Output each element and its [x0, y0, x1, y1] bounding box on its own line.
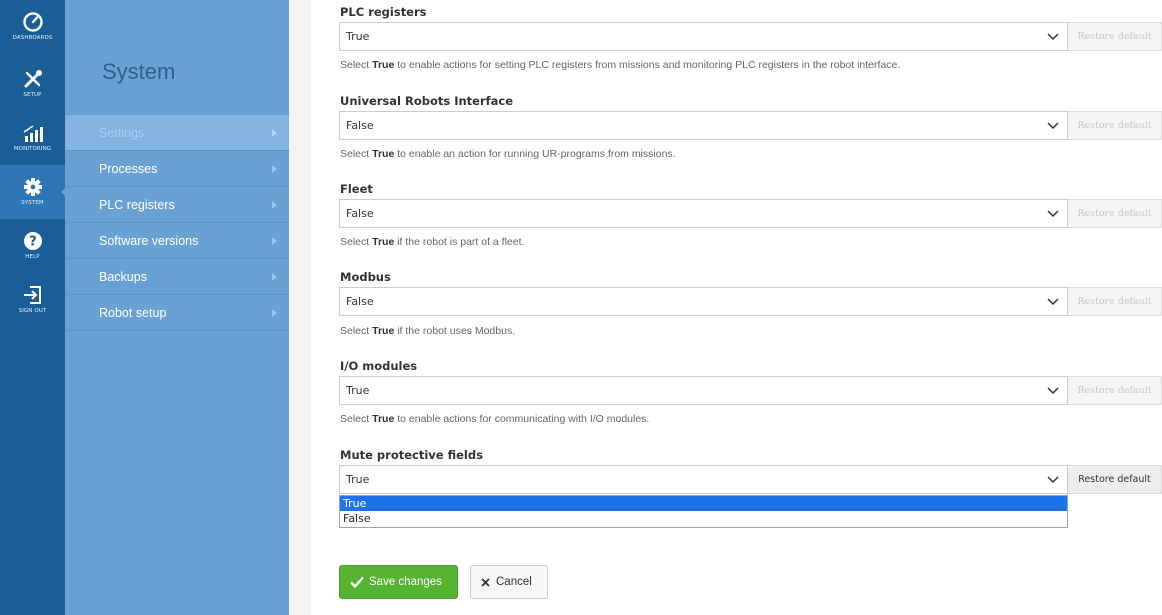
setting-label: Universal Robots Interface — [340, 94, 514, 108]
restore-default-button[interactable]: Restore default — [1068, 465, 1162, 494]
setting-help-text: Select True if the robot is part of a fl… — [340, 236, 525, 248]
nav-monitoring[interactable]: MONITORING — [0, 111, 65, 165]
setting-help-text: Select True to enable actions for settin… — [340, 59, 901, 71]
submenu-title: System — [102, 59, 176, 84]
setting-row-fleet: False Restore default — [339, 199, 1162, 228]
setting-row-universal-robots: False Restore default — [339, 111, 1162, 140]
main-nav-rail: DASHBOARDS SETUP MONITORING SYSTEM ? HEL… — [0, 0, 66, 615]
submenu-item-backups[interactable]: Backups — [65, 259, 289, 295]
setting-label: Mute protective fields — [340, 448, 483, 462]
restore-default-button: Restore default — [1068, 22, 1162, 51]
save-changes-button[interactable]: Save changes — [339, 565, 458, 599]
setting-label: Fleet — [340, 182, 373, 196]
mute-protective-fields-select[interactable]: True — [339, 465, 1068, 494]
nav-system-label: SYSTEM — [21, 200, 44, 206]
modbus-select[interactable]: False — [339, 287, 1068, 316]
io-modules-select[interactable]: True — [339, 376, 1068, 405]
universal-robots-select[interactable]: False — [339, 111, 1068, 140]
select-value: False — [346, 119, 374, 132]
nav-help[interactable]: ? HELP — [0, 219, 65, 273]
submenu-item-label: PLC registers — [99, 198, 175, 212]
submenu-item-settings[interactable]: Settings — [65, 115, 289, 151]
speedometer-icon — [22, 12, 43, 32]
restore-default-button: Restore default — [1068, 287, 1162, 316]
cancel-button[interactable]: Cancel — [470, 565, 548, 599]
nav-dashboards[interactable]: DASHBOARDS — [0, 0, 65, 54]
chevron-down-icon — [1047, 387, 1059, 395]
chevron-right-icon — [272, 273, 277, 281]
restore-default-button: Restore default — [1068, 111, 1162, 140]
submenu-item-label: Settings — [99, 126, 145, 140]
submenu-item-label: Robot setup — [99, 306, 167, 320]
setting-help-text: Select True to enable an action for runn… — [340, 148, 676, 160]
setting-help-text: Select True to enable actions for commun… — [340, 413, 650, 425]
submenu-item-label: Backups — [99, 270, 147, 284]
svg-text:?: ? — [29, 235, 37, 250]
setting-label: I/O modules — [340, 359, 418, 373]
cancel-label: Cancel — [496, 576, 532, 588]
nav-monitoring-label: MONITORING — [13, 146, 52, 152]
restore-default-button: Restore default — [1068, 376, 1162, 405]
setting-label: Modbus — [340, 270, 391, 284]
submenu-item-plc-registers[interactable]: PLC registers — [65, 187, 289, 223]
chevron-down-icon — [1047, 33, 1059, 41]
submenu-item-robot-setup[interactable]: Robot setup — [65, 295, 289, 331]
chevron-down-icon — [1047, 122, 1059, 130]
nav-sign-out[interactable]: SIGN OUT — [0, 273, 65, 327]
submenu-item-label: Processes — [99, 162, 158, 176]
checkmark-icon — [350, 576, 364, 588]
nav-dashboards-label: DASHBOARDS — [12, 35, 53, 41]
setting-row-mute-protective-fields: True Restore default — [339, 465, 1162, 494]
submenu-item-label: Software versions — [99, 234, 199, 248]
chevron-right-icon — [272, 129, 277, 137]
setting-row-plc-registers: True Restore default — [339, 22, 1162, 51]
chevron-right-icon — [272, 201, 277, 209]
nav-system[interactable]: SYSTEM — [0, 165, 66, 219]
nav-sign-out-label: SIGN OUT — [18, 308, 47, 314]
chevron-down-icon — [1047, 210, 1059, 218]
gear-icon — [23, 178, 42, 196]
setting-help-text: Select True if the robot uses Modbus. — [340, 325, 516, 337]
mute-protective-fields-options: True False — [339, 495, 1068, 528]
select-value: False — [346, 207, 374, 220]
chevron-right-icon — [272, 165, 277, 173]
select-value: True — [346, 30, 370, 43]
content-gutter — [289, 0, 311, 615]
chevron-down-icon — [1047, 476, 1059, 484]
select-value: True — [346, 384, 370, 397]
chevron-right-icon — [272, 237, 277, 245]
dropdown-option-true[interactable]: True — [340, 496, 1067, 511]
signal-bars-icon — [23, 125, 43, 142]
sign-out-icon — [23, 286, 41, 304]
dropdown-option-false[interactable]: False — [340, 511, 1067, 526]
question-icon: ? — [23, 232, 42, 250]
plc-registers-select[interactable]: True — [339, 22, 1068, 51]
fleet-select[interactable]: False — [339, 199, 1068, 228]
submenu-item-processes[interactable]: Processes — [65, 151, 289, 187]
chevron-right-icon — [272, 309, 277, 317]
system-submenu: System Settings Processes PLC registers … — [65, 0, 289, 615]
select-value: False — [346, 295, 374, 308]
submenu-item-software-versions[interactable]: Software versions — [65, 223, 289, 259]
select-value: True — [346, 473, 370, 486]
nav-help-label: HELP — [25, 254, 40, 260]
restore-default-button: Restore default — [1068, 199, 1162, 228]
setting-row-modbus: False Restore default — [339, 287, 1162, 316]
nav-setup-label: SETUP — [23, 92, 42, 98]
nav-setup[interactable]: SETUP — [0, 57, 65, 111]
setting-row-io-modules: True Restore default — [339, 376, 1162, 405]
setting-label: PLC registers — [340, 5, 427, 19]
chevron-down-icon — [1047, 298, 1059, 306]
close-icon — [481, 578, 490, 587]
tools-icon — [24, 70, 42, 88]
save-changes-label: Save changes — [369, 576, 442, 588]
